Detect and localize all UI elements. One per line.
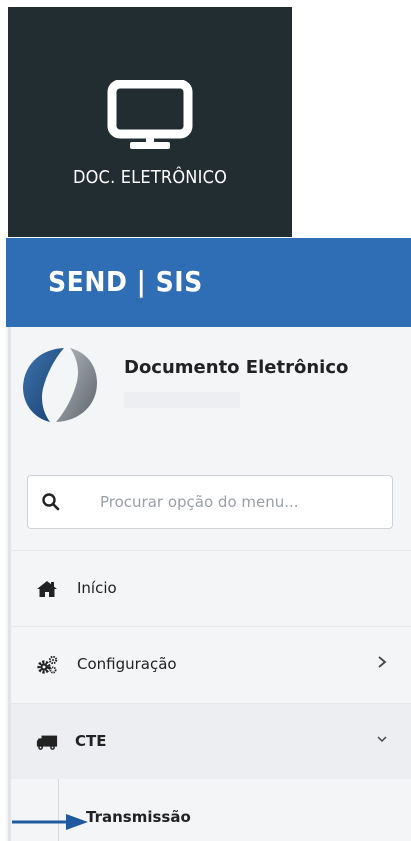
arrow-annotation-icon [12, 814, 88, 830]
search-input[interactable] [100, 489, 380, 515]
tile-label: DOC. ELETRÔNICO [72, 167, 228, 188]
menu-item-inicio[interactable]: Início [11, 550, 411, 626]
company-logo [22, 347, 98, 423]
submenu-item-transmissao[interactable]: Transmissão [86, 808, 191, 826]
menu-item-cte[interactable]: CTE [11, 703, 411, 779]
home-icon [37, 581, 57, 597]
header-bar: SEND | SIS [6, 238, 411, 327]
menu-item-configuracao[interactable]: Configuração [11, 626, 411, 702]
user-panel: Documento Eletrônico [20, 345, 400, 435]
search-icon [42, 493, 60, 511]
cogs-icon [37, 655, 58, 674]
truck-icon [36, 735, 58, 750]
menu-item-label: Configuração [77, 655, 177, 673]
user-name: Documento Eletrônico [124, 357, 349, 378]
monitor-icon [107, 80, 193, 149]
chevron-right-icon [378, 656, 387, 668]
doc-eletronico-tile[interactable]: DOC. ELETRÔNICO [8, 7, 292, 237]
menu-item-label: CTE [75, 732, 107, 750]
menu-item-label: Início [77, 579, 117, 597]
menu-search[interactable] [27, 475, 393, 529]
user-subtitle-placeholder [124, 392, 240, 408]
brand-title[interactable]: SEND | SIS [48, 265, 203, 298]
chevron-down-icon [377, 736, 387, 743]
